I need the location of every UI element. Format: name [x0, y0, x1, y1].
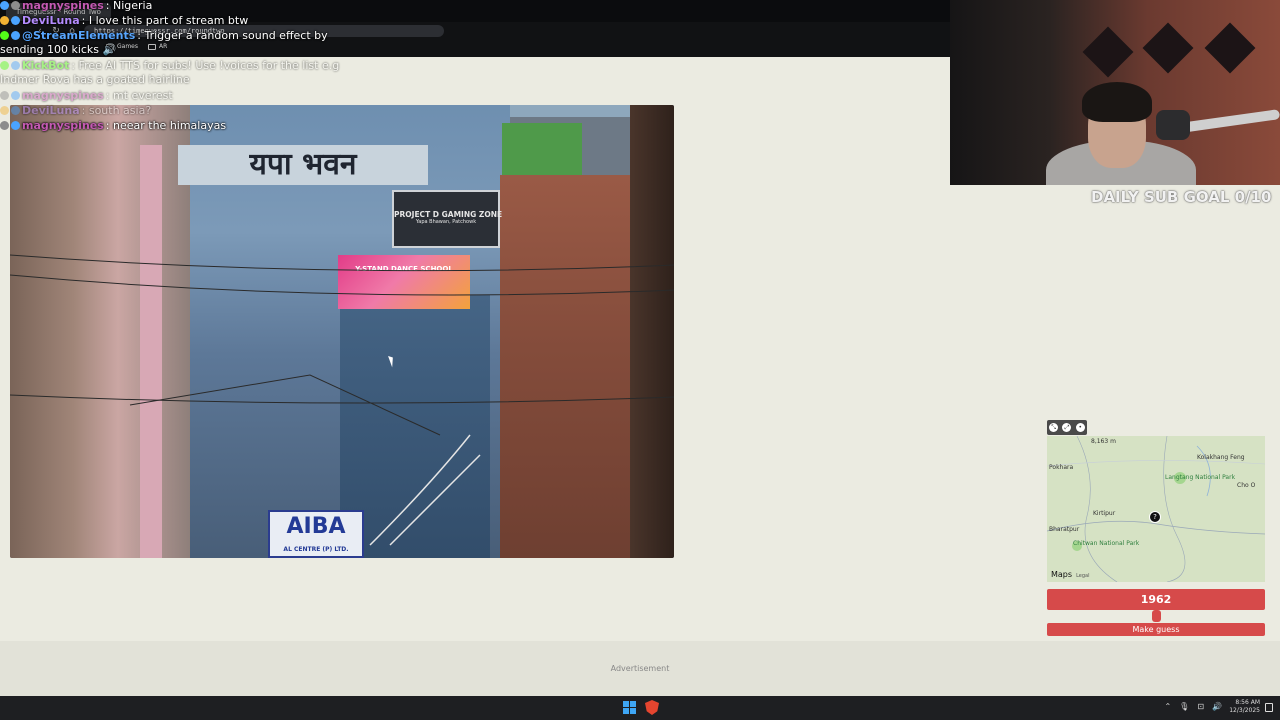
chat-text: : south asia? — [81, 104, 152, 117]
make-guess-button[interactable]: Make guess — [1047, 623, 1265, 636]
gift-badge-icon — [0, 106, 9, 115]
chat-username: magnyspines — [22, 0, 104, 12]
map-label: Kirtipur — [1093, 510, 1116, 517]
microphone-tray-icon[interactable]: 🎙 — [1179, 702, 1189, 711]
chat-text-continued: Indmer Rova has a goated hairline — [0, 73, 190, 86]
notification-icon[interactable] — [1265, 703, 1273, 712]
shrink-map-icon[interactable]: ⤢ — [1062, 423, 1072, 432]
chat-message: DeviLuna : south asia? — [0, 103, 151, 118]
volume-icon[interactable]: 🔊 — [1212, 702, 1222, 711]
bot-badge-icon — [0, 61, 9, 70]
map-label: Cho O — [1237, 482, 1256, 489]
power-wires — [10, 254, 674, 546]
webcam-feed — [950, 0, 1280, 185]
windows-taskbar: ⌃ 🎙 ⊡ 🔊 8:56 AM 12/3/2025 — [0, 696, 1280, 720]
system-tray: ⌃ 🎙 ⊡ 🔊 — [1164, 702, 1222, 711]
pin-map-icon[interactable]: • — [1075, 423, 1085, 432]
chat-message: magnyspines : mt everest — [0, 88, 173, 103]
verified-badge-icon — [11, 91, 20, 100]
expand-map-icon[interactable]: ⤡ — [1049, 423, 1059, 432]
sub-badge-icon — [0, 121, 9, 130]
brave-browser-icon[interactable] — [645, 700, 659, 715]
chat-username: DeviLuna — [22, 104, 80, 117]
verified-badge-icon — [11, 121, 20, 130]
clock-date: 12/3/2025 — [1229, 707, 1260, 714]
chat-username: @StreamElements — [22, 29, 136, 42]
acoustic-panel — [1204, 22, 1256, 74]
map-legal-link[interactable]: Legal — [1076, 573, 1089, 579]
verified-badge-icon — [11, 106, 20, 115]
advertisement-label: Advertisement — [610, 664, 670, 673]
chat-text: : Trigger a random sound effect by — [137, 29, 328, 42]
chat-username: KickBot — [22, 59, 70, 72]
verified-badge-icon — [11, 16, 20, 25]
chat-text: : neear the himalayas — [105, 119, 227, 132]
chat-text: : mt everest — [105, 89, 173, 102]
advertisement-bar: Advertisement — [0, 641, 1280, 696]
street-view-image[interactable]: यपा भवन PROJECT D GAMING ZONE Yapa Bhawa… — [10, 105, 674, 558]
system-clock[interactable]: 8:56 AM 12/3/2025 — [1229, 699, 1260, 715]
bot-badge-icon — [0, 31, 9, 40]
chat-message: KickBot : Free AI TTS for subs! Use !voi… — [0, 58, 339, 73]
verified-badge-icon — [0, 1, 9, 10]
sub-goal-counter: DAILY SUB GOAL 0/10 — [1091, 188, 1272, 206]
chat-text: : Nigeria — [105, 0, 153, 12]
year-slider-thumb[interactable] — [1151, 610, 1161, 622]
chat-username: DeviLuna — [22, 14, 80, 27]
map-label: 8,163 m — [1091, 438, 1116, 445]
map-label: Chitwan National Park — [1073, 540, 1140, 547]
verified-badge-icon — [11, 61, 20, 70]
acoustic-panel — [1082, 26, 1134, 78]
year-display: 1962 — [1047, 589, 1265, 610]
chat-username: magnyspines — [22, 119, 104, 132]
apple-maps-brand: Maps — [1051, 570, 1073, 579]
map-label: Kolakhang Feng — [1197, 454, 1245, 461]
streamer-hair — [1082, 82, 1152, 122]
map-attribution: Maps Legal — [1051, 570, 1089, 579]
sub-badge-icon — [0, 91, 9, 100]
chat-username: magnyspines — [22, 89, 104, 102]
chat-text-continued: sending 100 kicks 🔊 — [0, 43, 117, 56]
gift-badge-icon — [0, 16, 9, 25]
chat-message: magnyspines : neear the himalayas — [0, 118, 226, 133]
map-label: Bharatpur — [1049, 526, 1080, 533]
mic-arm — [1179, 109, 1280, 133]
map-controls: ⤡ ⤢ • — [1047, 420, 1087, 435]
windows-start-icon[interactable] — [623, 701, 636, 714]
map-pin-icon[interactable]: ? — [1149, 511, 1161, 523]
display-tray-icon[interactable]: ⊡ — [1197, 702, 1204, 711]
chat-message: magnyspines : Nigeria — [0, 0, 152, 13]
chat-text: : I love this part of stream btw — [81, 14, 249, 27]
chat-text: : Free AI TTS for subs! Use !voices for … — [71, 59, 340, 72]
map-label: Pokhara — [1049, 464, 1074, 471]
chat-message: DeviLuna : I love this part of stream bt… — [0, 13, 248, 28]
microphone-icon — [1156, 110, 1190, 140]
map-label: Langtang National Park — [1165, 474, 1236, 481]
sub-badge-icon — [11, 1, 20, 10]
verified-badge-icon — [11, 31, 20, 40]
chat-message: @StreamElements : Trigger a random sound… — [0, 28, 328, 43]
acoustic-panel — [1142, 22, 1194, 74]
tray-overflow-icon[interactable]: ⌃ — [1164, 702, 1171, 711]
guess-map[interactable]: Pokhara Langtang National Park Kirtipur … — [1047, 436, 1265, 582]
clock-time: 8:56 AM — [1235, 699, 1260, 706]
folder-icon — [148, 44, 156, 50]
